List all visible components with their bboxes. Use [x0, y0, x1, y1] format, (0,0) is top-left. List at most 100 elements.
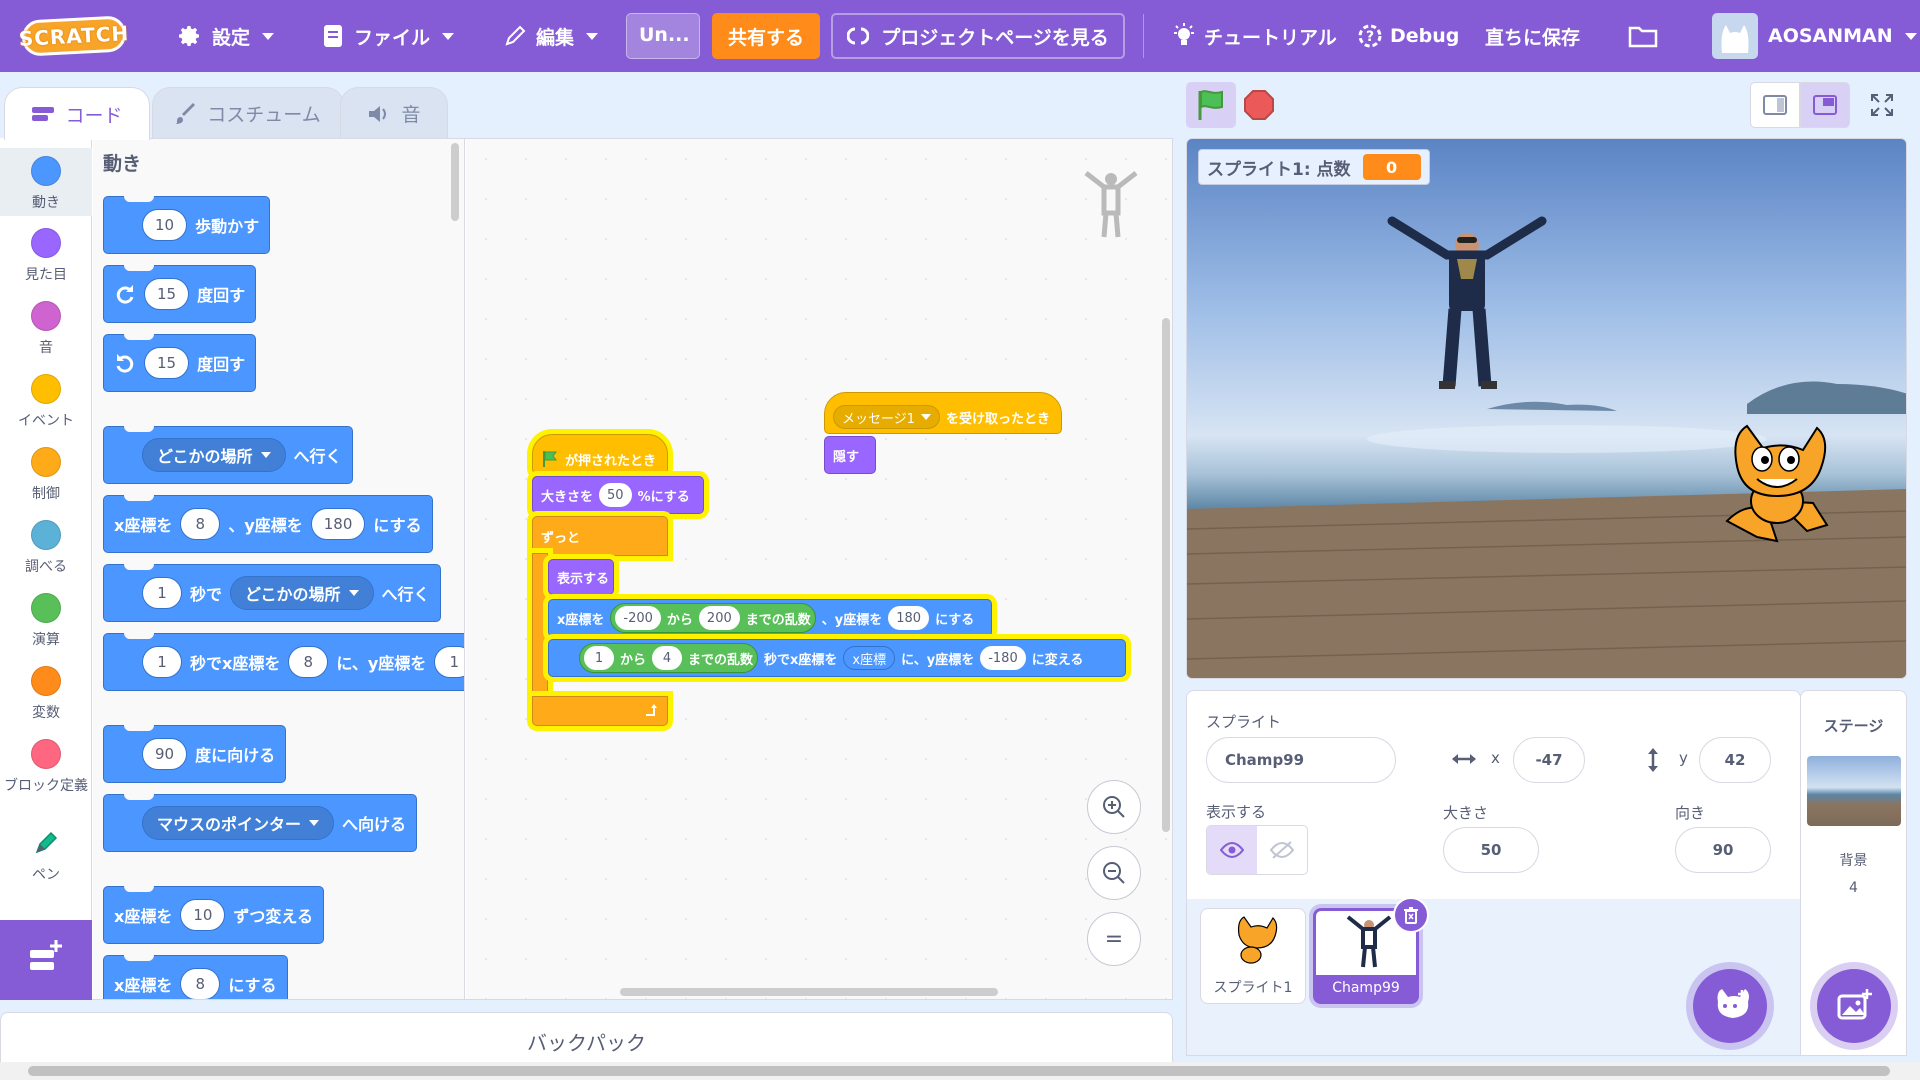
- sprite-thumbnail[interactable]: スプライト1: [1200, 908, 1306, 1004]
- tab-sounds[interactable]: 音: [340, 87, 448, 139]
- block-point-in-direction[interactable]: 90 度に向ける: [103, 725, 287, 783]
- category-pen[interactable]: ペン: [0, 828, 92, 884]
- zoom-out-button[interactable]: [1087, 846, 1141, 900]
- tutorials-menu[interactable]: チュートリアル: [1172, 0, 1337, 72]
- change-x-input[interactable]: 10: [180, 899, 226, 931]
- debug-menu[interactable]: ? Debug: [1356, 0, 1459, 72]
- category-motion[interactable]: 動き: [0, 148, 92, 216]
- y-input[interactable]: 180: [310, 508, 366, 540]
- random-to-input[interactable]: 4: [652, 646, 683, 670]
- block-glide-to-xy[interactable]: 1 秒でx座標を 8 に、y座標を 1: [103, 633, 464, 691]
- see-project-page-button[interactable]: プロジェクトページを見る: [831, 13, 1125, 59]
- choose-backdrop-button[interactable]: [1817, 969, 1891, 1043]
- small-stage-button[interactable]: [1750, 82, 1800, 128]
- y-input[interactable]: -180: [980, 646, 1026, 670]
- forever-block[interactable]: ずっと: [532, 516, 668, 556]
- random-to-input[interactable]: 200: [698, 606, 740, 630]
- y-input[interactable]: 1: [434, 646, 464, 678]
- glide-xy-secs-input[interactable]: 1: [142, 646, 182, 678]
- delete-sprite-button[interactable]: [1393, 897, 1429, 933]
- fullscreen-button[interactable]: [1857, 82, 1907, 128]
- account-menu[interactable]: AOSANMAN: [1768, 0, 1917, 72]
- go-to-xy-block[interactable]: x座標を -200 から 200 までの乱数 、y座標を 180 にする: [548, 599, 992, 637]
- category-events[interactable]: イベント: [0, 374, 92, 430]
- block-turn-left[interactable]: 15 度回す: [103, 334, 257, 392]
- stage[interactable]: スプライト1: 点数 0: [1186, 138, 1907, 679]
- pick-random-operator[interactable]: -200 から 200 までの乱数: [610, 603, 816, 633]
- edit-menu[interactable]: 編集: [504, 0, 599, 72]
- category-variables[interactable]: 変数: [0, 666, 92, 722]
- tab-code[interactable]: コード: [4, 87, 150, 140]
- settings-menu[interactable]: 設定: [178, 0, 275, 72]
- scratch-logo[interactable]: SCRATCH: [18, 15, 130, 57]
- x-input[interactable]: -47: [1513, 737, 1585, 783]
- show-sprite-button[interactable]: [1207, 826, 1257, 874]
- my-stuff-button[interactable]: [1628, 0, 1658, 72]
- category-sound[interactable]: 音: [0, 301, 92, 357]
- x-input[interactable]: 8: [288, 646, 329, 678]
- category-control[interactable]: 制御: [0, 447, 92, 503]
- share-button[interactable]: 共有する: [712, 13, 820, 59]
- block-glide-to[interactable]: 1 秒で どこかの場所 へ行く: [103, 564, 441, 622]
- add-extension-button[interactable]: [0, 920, 92, 1000]
- stop-button[interactable]: [1234, 82, 1284, 128]
- y-input[interactable]: 180: [888, 606, 930, 630]
- script-workspace[interactable]: が押されたとき 大きさを 50 %にする ずっと 表示する x座標を -200 …: [466, 139, 1172, 999]
- x-position-reporter[interactable]: x座標: [843, 646, 896, 670]
- when-i-receive-hat[interactable]: メッセージ1 を受け取ったとき: [824, 392, 1062, 434]
- avatar[interactable]: [1712, 13, 1758, 59]
- move-steps-input[interactable]: 10: [142, 209, 188, 241]
- category-looks[interactable]: 見た目: [0, 228, 92, 284]
- block-turn-right[interactable]: 15 度回す: [103, 265, 257, 323]
- block-go-to[interactable]: どこかの場所 へ行く: [103, 426, 353, 484]
- set-size-block[interactable]: 大きさを 50 %にする: [532, 476, 704, 514]
- glide-target-dropdown[interactable]: どこかの場所: [230, 576, 374, 610]
- workspace-vertical-scrollbar[interactable]: [1162, 318, 1170, 832]
- block-move-steps[interactable]: 10 歩動かす: [103, 196, 271, 254]
- hide-sprite-button[interactable]: [1257, 826, 1307, 874]
- score-monitor[interactable]: スプライト1: 点数 0: [1198, 149, 1430, 185]
- glide-to-xy-block[interactable]: 1 から 4 までの乱数 秒でx座標を x座標 に、y座標を -180 に変える: [548, 639, 1126, 677]
- category-my-blocks[interactable]: ブロック定義: [0, 739, 92, 795]
- point-towards-dropdown[interactable]: マウスのポインター: [142, 806, 335, 840]
- champ99-sprite[interactable]: [1387, 211, 1547, 401]
- tab-costumes[interactable]: コスチューム: [152, 87, 344, 139]
- go-to-dropdown[interactable]: どこかの場所: [142, 438, 286, 472]
- random-from-input[interactable]: 1: [584, 646, 614, 670]
- size-input[interactable]: 50: [1443, 827, 1539, 873]
- block-change-x[interactable]: x座標を 10 ずつ変える: [103, 886, 324, 944]
- workspace-horizontal-scrollbar[interactable]: [620, 988, 998, 996]
- direction-input[interactable]: 90: [142, 738, 188, 770]
- x-input[interactable]: 8: [180, 508, 221, 540]
- glide-secs-input[interactable]: 1: [142, 577, 182, 609]
- page-horizontal-scrollbar[interactable]: [0, 1062, 1920, 1080]
- set-x-input[interactable]: 8: [180, 968, 221, 999]
- green-flag-button[interactable]: [1186, 82, 1236, 128]
- block-set-x[interactable]: x座標を 8 にする: [103, 955, 288, 999]
- turn-right-input[interactable]: 15: [144, 278, 190, 310]
- project-title-input[interactable]: Un...: [626, 13, 700, 59]
- category-operators[interactable]: 演算: [0, 593, 92, 649]
- show-block[interactable]: 表示する: [548, 559, 614, 595]
- y-input[interactable]: 42: [1699, 737, 1771, 783]
- size-input[interactable]: 50: [599, 483, 632, 507]
- turn-left-input[interactable]: 15: [144, 347, 190, 379]
- block-go-to-xy[interactable]: x座標を 8 、y座標を 180 にする: [103, 495, 433, 553]
- zoom-in-button[interactable]: [1087, 780, 1141, 834]
- normal-stage-button[interactable]: [1800, 82, 1850, 128]
- save-now-button[interactable]: 直ちに保存: [1485, 0, 1580, 72]
- category-sensing[interactable]: 調べる: [0, 520, 92, 576]
- direction-input[interactable]: 90: [1675, 827, 1771, 873]
- file-menu[interactable]: ファイル: [322, 0, 455, 72]
- message-dropdown[interactable]: メッセージ1: [833, 405, 941, 429]
- choose-sprite-button[interactable]: [1693, 969, 1767, 1043]
- sprite-name-input[interactable]: Champ99: [1206, 737, 1396, 783]
- zoom-reset-button[interactable]: =: [1087, 912, 1141, 966]
- palette-scrollbar[interactable]: [451, 143, 459, 221]
- block-point-towards[interactable]: マウスのポインター へ向ける: [103, 794, 418, 852]
- pick-random-operator[interactable]: 1 から 4 までの乱数: [579, 643, 759, 673]
- scrollbar-thumb[interactable]: [28, 1066, 1890, 1076]
- when-flag-clicked-hat[interactable]: が押されたとき: [532, 434, 668, 474]
- hide-block[interactable]: 隠す: [824, 436, 876, 474]
- scratch-cat-sprite[interactable]: [1707, 421, 1837, 551]
